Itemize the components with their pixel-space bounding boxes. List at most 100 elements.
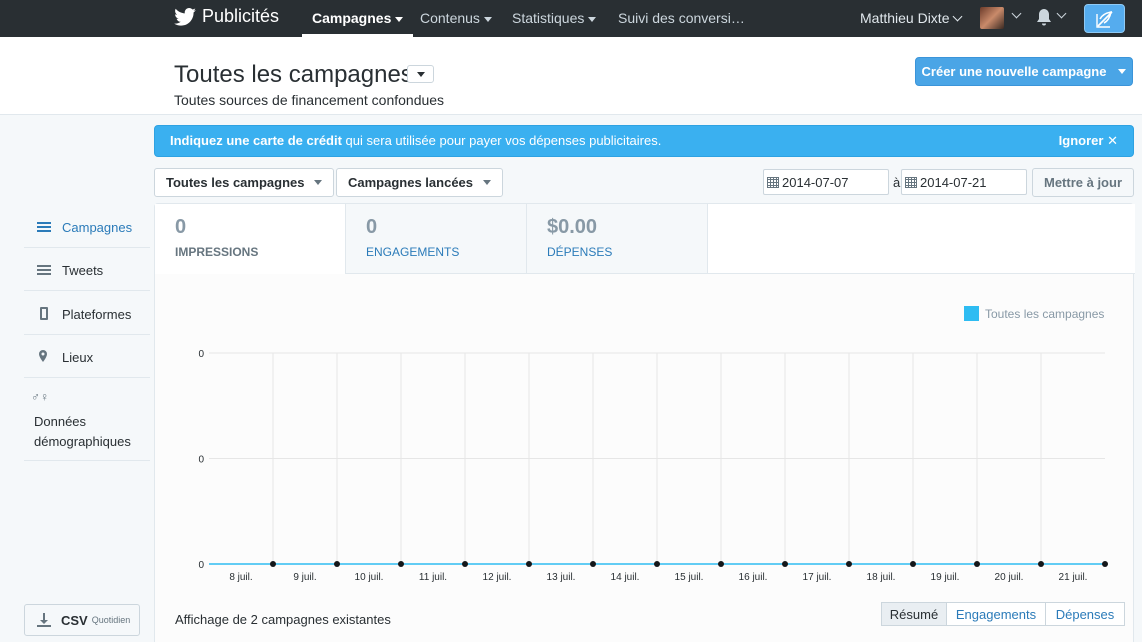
sidebar-item-label: Tweets <box>62 263 104 278</box>
x-tick-label: 13 juil. <box>547 572 576 583</box>
data-point[interactable] <box>590 561 596 567</box>
avatar[interactable] <box>980 7 1004 29</box>
view-depenses-button[interactable]: Dépenses <box>1045 602 1125 626</box>
data-point[interactable] <box>654 561 660 567</box>
ignore-alert-button[interactable]: Ignorer ✕ <box>1059 126 1118 156</box>
phone-icon <box>40 307 48 320</box>
title-dropdown-button[interactable] <box>407 65 434 83</box>
x-tick-label: 18 juil. <box>867 572 896 583</box>
view-engagements-button[interactable]: Engagements <box>946 602 1046 626</box>
depenses-value: $0.00 <box>547 216 598 238</box>
nav-statistiques[interactable]: Statistiques <box>512 0 597 37</box>
sidebar-item-label: Plateformes <box>62 307 132 322</box>
date-separator: à <box>893 175 901 190</box>
chevron-down-icon[interactable] <box>1056 8 1067 19</box>
x-tick-label: 9 juil. <box>293 572 316 583</box>
data-point[interactable] <box>974 561 980 567</box>
calendar-icon <box>905 176 917 188</box>
x-tick-label: 21 juil. <box>1059 572 1088 583</box>
caret-down-icon <box>314 180 323 185</box>
chevron-down-icon <box>953 11 963 22</box>
data-point[interactable] <box>270 561 276 567</box>
csv-export-button[interactable]: CSV Quotidien <box>24 604 140 636</box>
nav-label: Suivi des conversi… <box>618 10 745 26</box>
sidebar-item-tweets[interactable]: Tweets <box>24 248 150 291</box>
tabs-spacer <box>708 204 1135 274</box>
list-icon <box>37 265 51 275</box>
list-icon <box>37 222 51 232</box>
update-button[interactable]: Mettre à jour <box>1032 168 1134 197</box>
compose-tweet-button[interactable] <box>1084 4 1125 33</box>
nav-label: Statistiques <box>512 10 585 26</box>
sidebar-item-label: Données démographiques <box>34 414 131 449</box>
data-point[interactable] <box>1038 561 1044 567</box>
engagements-value: 0 <box>366 216 378 238</box>
data-point[interactable] <box>910 561 916 567</box>
caret-down-icon <box>483 180 492 185</box>
campaign-count-note: Affichage de 2 campagnes existantes <box>175 612 391 627</box>
twitter-ads-logo[interactable]: Publicités <box>174 6 279 27</box>
x-tick-label: 16 juil. <box>739 572 768 583</box>
data-point[interactable] <box>1102 561 1108 567</box>
line-chart: 0 0 0 8 juil. 9 juil. 10 juil. 11 juil. 12 juil… <box>198 349 1108 583</box>
engagements-label: ENGAGEMENTS <box>366 245 460 259</box>
tab-engagements[interactable]: 0 ENGAGEMENTS <box>346 204 527 274</box>
y-tick-label: 0 <box>198 560 204 571</box>
depenses-label: DÉPENSES <box>547 245 613 259</box>
impressions-value: 0 <box>175 216 187 238</box>
sidebar-item-plateformes[interactable]: Plateformes <box>24 291 150 335</box>
data-point[interactable] <box>718 561 724 567</box>
tab-depenses[interactable]: $0.00 DÉPENSES <box>527 204 708 274</box>
campaign-filter-dropdown[interactable]: Toutes les campagnes <box>154 168 335 197</box>
date-to-value: 2014-07-21 <box>920 174 987 190</box>
page-subtitle: Toutes sources de financement confondues <box>174 92 445 108</box>
stats-panel: 0 IMPRESSIONS 0 ENGAGEMENTS $0.00 DÉPENS… <box>154 203 1135 642</box>
chevron-down-icon[interactable] <box>1011 8 1022 19</box>
twitter-bird-icon <box>174 7 196 26</box>
nav-contenus[interactable]: Contenus <box>420 0 492 37</box>
sidebar-item-lieux[interactable]: Lieux <box>24 335 150 378</box>
data-point[interactable] <box>398 561 404 567</box>
y-tick-label: 0 <box>198 349 204 360</box>
caret-down-icon <box>395 16 404 22</box>
caret-down-icon <box>1118 69 1127 74</box>
sidebar-item-label: Lieux <box>62 350 94 365</box>
date-to-input[interactable]: 2014-07-21 <box>901 169 1027 195</box>
date-from-value: 2014-07-07 <box>782 174 849 190</box>
caret-down-icon <box>483 16 492 22</box>
caret-down-icon <box>416 71 425 77</box>
csv-sub-label: Quotidien <box>91 615 131 625</box>
view-resume-button[interactable]: Résumé <box>881 602 947 626</box>
quill-icon <box>1095 10 1113 28</box>
date-from-input[interactable]: 2014-07-07 <box>763 169 889 195</box>
filter-label: Toutes les campagnes <box>166 175 305 190</box>
create-campaign-label: Créer une nouvelle campagne <box>921 64 1107 79</box>
x-tick-label: 10 juil. <box>355 572 384 583</box>
alert-text: qui sera utilisée pour payer vos dépense… <box>341 133 662 148</box>
page-title: Toutes les campagnes <box>174 61 413 88</box>
x-tick-label: 15 juil. <box>675 572 704 583</box>
status-filter-dropdown[interactable]: Campagnes lancées <box>336 168 504 197</box>
data-point[interactable] <box>526 561 532 567</box>
x-tick-label: 8 juil. <box>229 572 252 583</box>
download-icon <box>37 613 51 627</box>
bell-icon[interactable] <box>1036 9 1052 26</box>
nav-label: Campagnes <box>312 10 392 26</box>
x-tick-label: 19 juil. <box>931 572 960 583</box>
sidebar-item-campagnes[interactable]: Campagnes <box>24 204 150 248</box>
x-tick-label: 14 juil. <box>611 572 640 583</box>
nav-suivi-conversions[interactable]: Suivi des conversi… <box>618 0 745 37</box>
tab-impressions[interactable]: 0 IMPRESSIONS <box>155 204 346 274</box>
brand-label: Publicités <box>202 6 280 26</box>
sidebar-item-demographiques[interactable]: ♂♀ Données démographiques <box>24 378 150 461</box>
x-tick-label: 17 juil. <box>803 572 832 583</box>
alert-link[interactable]: Indiquez une carte de crédit <box>170 133 342 148</box>
data-point[interactable] <box>462 561 468 567</box>
data-point[interactable] <box>846 561 852 567</box>
data-point[interactable] <box>782 561 788 567</box>
data-point[interactable] <box>334 561 340 567</box>
close-icon: ✕ <box>1107 133 1118 148</box>
create-campaign-button[interactable]: Créer une nouvelle campagne <box>915 57 1133 86</box>
user-menu[interactable]: Matthieu Dixte <box>860 0 963 37</box>
nav-campagnes[interactable]: Campagnes <box>301 0 414 37</box>
